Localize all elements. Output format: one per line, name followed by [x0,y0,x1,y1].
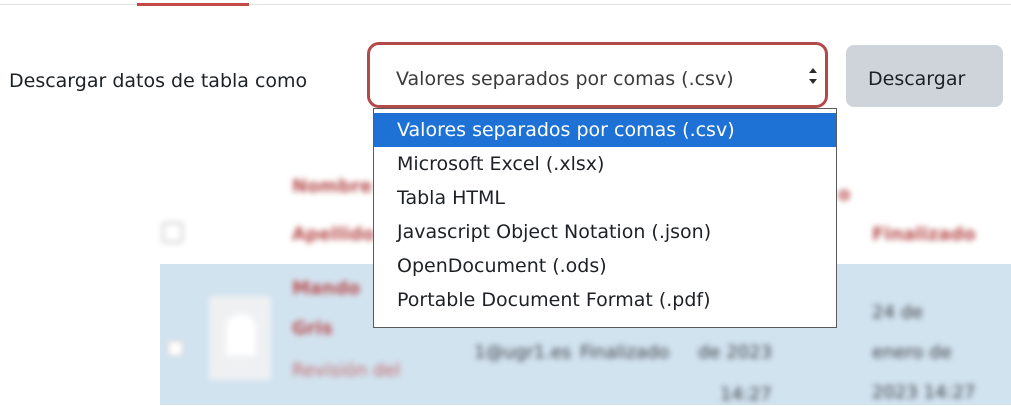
option-pdf[interactable]: Portable Document Format (.pdf) [374,283,836,317]
row-review-blur: Revisión del [292,360,401,381]
option-json[interactable]: Javascript Object Notation (.json) [374,215,836,249]
row-finished-day-blur: 24 de [872,302,924,323]
row-date-blur: de 2023 [698,342,773,363]
up-down-chevron-icon[interactable] [806,62,820,90]
option-ods[interactable]: OpenDocument (.ods) [374,249,836,283]
select-all-checkbox[interactable] [162,222,183,243]
download-format-label: Descargar datos de tabla como [9,70,308,92]
active-tab-indicator [137,3,249,6]
row-name-blur: Mando [292,278,361,299]
avatar-silhouette [226,314,256,356]
row-checkbox[interactable] [167,340,184,357]
row-status-blur: Finalizado [580,342,670,363]
option-csv[interactable]: Valores separados por comas (.csv) [374,113,836,147]
download-format-selected-value[interactable]: Valores separados por comas (.csv) [396,66,734,92]
row-finished-month-blur: enero de [872,342,952,363]
download-format-options-list[interactable]: Valores separados por comas (.csv) Micro… [373,108,837,328]
row-email-blur: 1@ugr1.es [474,342,572,363]
table-header-surname-blur: Apellido [292,224,375,245]
row-finished-year-blur: 2023 14:27 [872,382,976,403]
table-header-name-blur: Nombre [292,176,373,197]
row-surname-blur: Gris [292,318,333,339]
table-header-finished-blur: Finalizado [872,224,976,245]
row-time-blur: 14:27 [720,384,772,405]
option-html[interactable]: Tabla HTML [374,181,836,215]
option-xlsx[interactable]: Microsoft Excel (.xlsx) [374,147,836,181]
download-button-label[interactable]: Descargar [868,66,965,92]
table-header-col-blur: o [838,184,851,205]
